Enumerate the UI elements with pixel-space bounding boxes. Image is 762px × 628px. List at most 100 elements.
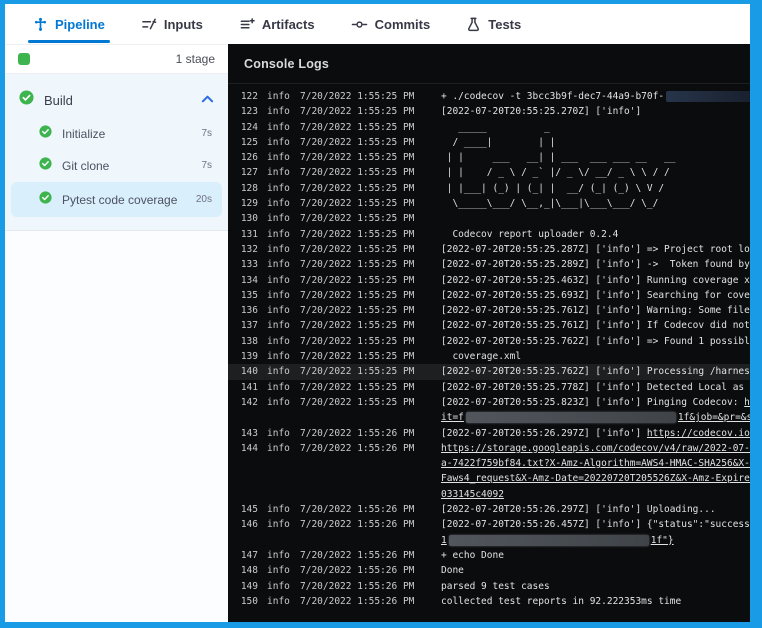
log-row[interactable]: 127info7/20/2022 1:55:25 PM | | / _ \ / … <box>228 165 750 180</box>
tab-artifacts[interactable]: Artifacts <box>239 4 315 44</box>
log-line-number <box>234 487 258 502</box>
log-row[interactable]: 141info7/20/2022 1:55:25 PM[2022-07-20T2… <box>228 380 750 395</box>
console-log-list[interactable]: 122info7/20/2022 1:55:25 PM+ ./codecov -… <box>228 84 750 622</box>
log-timestamp: 7/20/2022 1:55:25 PM <box>300 334 435 349</box>
log-line-number: 132 <box>234 242 258 257</box>
log-timestamp: 7/20/2022 1:55:25 PM <box>300 242 435 257</box>
log-text: [2022-07-20T20:55:26.297Z] ['info'] Uplo… <box>441 504 716 515</box>
log-text: [2022-07-20T20:55:25.762Z] ['info'] Proc… <box>441 366 750 377</box>
log-message: [2022-07-20T20:55:25.778Z] ['info'] Dete… <box>441 380 750 395</box>
log-link[interactable]: 033145c4092 <box>441 489 504 500</box>
log-timestamp <box>300 456 435 471</box>
log-level: info <box>267 318 297 333</box>
log-row[interactable]: 128info7/20/2022 1:55:25 PM | |___| (_) … <box>228 181 750 196</box>
log-link[interactable]: Faws4_request&X-Amz-Date=20220720T205526… <box>441 473 750 484</box>
log-line-number: 149 <box>234 579 258 594</box>
log-message <box>441 211 750 226</box>
log-level: info <box>267 211 297 226</box>
log-message: + ./codecov -t 3bcc3b9f-dec7-44a9-b70f- <box>441 89 750 104</box>
log-level: info <box>267 196 297 211</box>
log-line-number: 137 <box>234 318 258 333</box>
log-link[interactable]: 1f&job=&pr=&se <box>678 412 750 423</box>
log-line-number: 144 <box>234 441 258 456</box>
log-timestamp: 7/20/2022 1:55:25 PM <box>300 303 435 318</box>
log-link[interactable]: ht <box>744 397 750 408</box>
log-row[interactable]: 140info7/20/2022 1:55:25 PM[2022-07-20T2… <box>228 364 750 379</box>
log-line-number: 133 <box>234 257 258 272</box>
log-message: a-7422f759bf84.txt?X-Amz-Algorithm=AWS4-… <box>441 456 750 471</box>
stage-group-build[interactable]: Build <box>5 83 228 117</box>
log-row[interactable]: 129info7/20/2022 1:55:25 PM \_____\___/ … <box>228 196 750 211</box>
log-text: [2022-07-20T20:55:25.463Z] ['info'] Runn… <box>441 275 750 286</box>
log-line-number: 141 <box>234 380 258 395</box>
stage-group-label: Build <box>44 93 73 108</box>
chevron-up-icon[interactable] <box>201 91 214 109</box>
log-row[interactable]: 1 1f"} <box>228 533 750 548</box>
log-row[interactable]: 137info7/20/2022 1:55:25 PM[2022-07-20T2… <box>228 318 750 333</box>
log-row[interactable]: 123info7/20/2022 1:55:25 PM[2022-07-20T2… <box>228 104 750 119</box>
tab-inputs[interactable]: Inputs <box>141 4 203 44</box>
tab-label: Commits <box>375 17 431 32</box>
log-link[interactable]: 1 <box>441 535 447 546</box>
log-row[interactable]: 149info7/20/2022 1:55:26 PMparsed 9 test… <box>228 579 750 594</box>
log-row[interactable]: 138info7/20/2022 1:55:25 PM[2022-07-20T2… <box>228 334 750 349</box>
log-row[interactable]: 135info7/20/2022 1:55:25 PM[2022-07-20T2… <box>228 288 750 303</box>
log-row[interactable]: 131info7/20/2022 1:55:25 PM Codecov repo… <box>228 227 750 242</box>
log-timestamp <box>300 533 435 548</box>
log-row[interactable]: 033145c4092 <box>228 487 750 502</box>
log-message: [2022-07-20T20:55:25.761Z] ['info'] Warn… <box>441 303 750 318</box>
log-row[interactable]: 133info7/20/2022 1:55:25 PM[2022-07-20T2… <box>228 257 750 272</box>
log-level: info <box>267 441 297 456</box>
log-row[interactable]: 130info7/20/2022 1:55:25 PM <box>228 211 750 226</box>
log-row[interactable]: 139info7/20/2022 1:55:25 PM coverage.xml <box>228 349 750 364</box>
log-link[interactable]: 1f"} <box>651 535 674 546</box>
log-link[interactable]: a-7422f759bf84.txt?X-Amz-Algorithm=AWS4-… <box>441 458 750 469</box>
log-row[interactable]: 146info7/20/2022 1:55:26 PM[2022-07-20T2… <box>228 517 750 532</box>
log-row[interactable]: 143info7/20/2022 1:55:26 PM[2022-07-20T2… <box>228 426 750 441</box>
log-timestamp: 7/20/2022 1:55:26 PM <box>300 517 435 532</box>
log-row[interactable]: 122info7/20/2022 1:55:25 PM+ ./codecov -… <box>228 89 750 104</box>
log-row[interactable]: Faws4_request&X-Amz-Date=20220720T205526… <box>228 471 750 486</box>
log-line-number: 134 <box>234 273 258 288</box>
log-link[interactable]: it=f <box>441 412 464 423</box>
log-line-number: 130 <box>234 211 258 226</box>
log-row[interactable]: 136info7/20/2022 1:55:25 PM[2022-07-20T2… <box>228 303 750 318</box>
tab-pipeline[interactable]: Pipeline <box>33 4 105 44</box>
log-text: coverage.xml <box>441 351 521 362</box>
log-timestamp: 7/20/2022 1:55:26 PM <box>300 548 435 563</box>
step-duration: 7s <box>201 128 212 139</box>
log-text: collected test reports in 92.222353ms ti… <box>441 596 681 607</box>
log-row[interactable]: 126info7/20/2022 1:55:25 PM | | ___ __| … <box>228 150 750 165</box>
log-row[interactable]: 145info7/20/2022 1:55:26 PM[2022-07-20T2… <box>228 502 750 517</box>
step-git-clone[interactable]: Git clone 7s <box>11 150 222 181</box>
log-row[interactable]: it=f 1f&job=&pr=&se <box>228 410 750 425</box>
log-line-number: 122 <box>234 89 258 104</box>
log-text: \_____\___/ \__,_|\___|\___\___/ \_/ <box>441 198 658 209</box>
log-row[interactable]: 132info7/20/2022 1:55:25 PM[2022-07-20T2… <box>228 242 750 257</box>
console-header: Console Logs <box>228 44 750 84</box>
log-link[interactable]: https://storage.googleapis.com/codecov/v… <box>441 443 750 454</box>
stage-count-label: 1 stage <box>176 52 215 66</box>
log-link[interactable]: https://codecov.io <box>647 428 750 439</box>
log-level: info <box>267 89 297 104</box>
log-row[interactable]: 142info7/20/2022 1:55:25 PM[2022-07-20T2… <box>228 395 750 410</box>
log-timestamp: 7/20/2022 1:55:26 PM <box>300 441 435 456</box>
step-initialize[interactable]: Initialize 7s <box>11 118 222 149</box>
log-message: | | ___ __| | ___ ___ ___ __ __ <box>441 150 750 165</box>
inputs-icon <box>141 17 157 32</box>
log-row[interactable]: 125info7/20/2022 1:55:25 PM / ____| | | <box>228 135 750 150</box>
log-row[interactable]: 150info7/20/2022 1:55:26 PMcollected tes… <box>228 594 750 609</box>
log-row[interactable]: 144 info7/20/2022 1:55:26 PM https://stora… <box>228 441 750 456</box>
log-row[interactable]: 148info7/20/2022 1:55:26 PMDone <box>228 563 750 578</box>
log-row[interactable]: 147info7/20/2022 1:55:26 PM+ echo Done <box>228 548 750 563</box>
log-row[interactable]: a-7422f759bf84.txt?X-Amz-Algorithm=AWS4-… <box>228 456 750 471</box>
log-row[interactable]: 134info7/20/2022 1:55:25 PM[2022-07-20T2… <box>228 273 750 288</box>
step-pytest-code-coverage[interactable]: Pytest code coverage 20s <box>11 182 222 217</box>
log-timestamp: 7/20/2022 1:55:25 PM <box>300 395 435 410</box>
log-row[interactable]: 124info7/20/2022 1:55:25 PM _____ _ <box>228 120 750 135</box>
sidebar-empty-area <box>5 231 228 622</box>
log-level: info <box>267 380 297 395</box>
log-line-number <box>234 410 258 425</box>
tab-tests[interactable]: Tests <box>466 4 521 44</box>
tab-commits[interactable]: Commits <box>351 4 431 44</box>
